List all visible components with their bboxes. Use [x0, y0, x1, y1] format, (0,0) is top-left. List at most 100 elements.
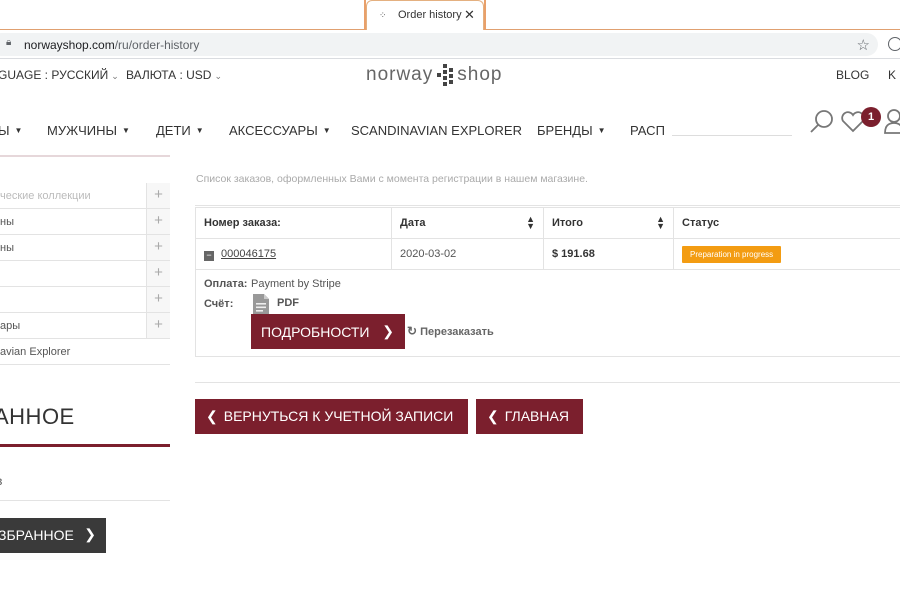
- currency-selector[interactable]: ВАЛЮТА : USD ⌄: [126, 68, 222, 82]
- wishlist-count-badge: 1: [861, 107, 881, 127]
- order-details-panel: Оплата: Payment by Stripe Счёт: PDF ПОДР…: [195, 269, 900, 357]
- divider: [0, 500, 170, 501]
- url-domain: norwayshop.com: [24, 38, 115, 52]
- wishlist-title-underline: [0, 444, 170, 447]
- tab-edge: [484, 0, 486, 30]
- wishlist-item: в: [0, 474, 2, 488]
- column-header-label: Номер заказа:: [204, 217, 281, 229]
- back-to-account-label: ВЕРНУТЬСЯ К УЧЕТНОЙ ЗАПИСИ: [223, 408, 454, 424]
- details-button[interactable]: ПОДРОБНОСТИ ❯: [251, 314, 405, 349]
- column-header-date[interactable]: Дата ▲ ▼: [391, 207, 544, 239]
- invoice-label: Счёт:: [204, 298, 234, 310]
- nav-label: ДЕТИ: [156, 123, 191, 138]
- sidebar-item-label: ары: [0, 320, 21, 332]
- url-path: /ru/order-history: [114, 38, 200, 52]
- plus-icon[interactable]: +: [146, 287, 170, 312]
- chevron-left-icon: ❮: [206, 408, 218, 424]
- url-field[interactable]: 🔒︎ norwayshop.com/ru/order-history ☆: [0, 33, 878, 56]
- plus-icon[interactable]: +: [146, 209, 170, 234]
- sidebar-item-label: avian Explorer: [0, 346, 71, 358]
- order-cell: −000046175: [195, 238, 392, 270]
- invoice-pdf-link[interactable]: PDF: [277, 297, 299, 309]
- profile-icon[interactable]: [888, 37, 900, 51]
- plus-icon[interactable]: +: [146, 183, 170, 208]
- chevron-down-icon: ▼: [122, 126, 130, 135]
- date-cell: 2020-03-02: [391, 238, 544, 270]
- back-to-account-button[interactable]: ❮ ВЕРНУТЬСЯ К УЧЕТНОЙ ЗАПИСИ: [195, 399, 468, 434]
- browser-tab[interactable]: ⁘ Order history ✕: [366, 0, 484, 30]
- favicon-icon: ⁘: [379, 10, 386, 20]
- order-history-intro: Список заказов, оформленных Вами с момен…: [196, 173, 588, 185]
- table-row: −000046175 2020-03-02 $ 191.68 Preparati…: [195, 238, 900, 270]
- sort-icon[interactable]: ▲ ▼: [656, 215, 665, 231]
- refresh-icon: ↻: [407, 324, 418, 338]
- reorder-link[interactable]: ↻ Перезаказать: [407, 324, 494, 338]
- search-icon[interactable]: [808, 108, 836, 136]
- sidebar-item-kids[interactable]: +: [0, 261, 170, 287]
- nav-item-scandinavian-explorer[interactable]: SCANDINAVIAN EXPLORER: [351, 123, 522, 138]
- nav-item-men[interactable]: МУЖЧИНЫ ▼: [47, 123, 130, 138]
- sort-icon[interactable]: ▲ ▼: [526, 215, 535, 231]
- star-icon[interactable]: ☆: [857, 36, 870, 54]
- chevron-down-icon: ▼: [14, 126, 23, 135]
- nav-item-women[interactable]: Ы ▼: [0, 123, 22, 138]
- header-link-cut[interactable]: K: [888, 68, 896, 82]
- plus-icon[interactable]: +: [146, 313, 170, 338]
- status-badge: Preparation in progress: [682, 245, 782, 263]
- column-header-label: Дата: [400, 217, 426, 229]
- tab-strip: ⁘ Order history ✕: [0, 0, 900, 30]
- sidebar-item-scandinavian-explorer[interactable]: avian Explorer: [0, 339, 170, 365]
- sidebar-item-collections[interactable]: ческие коллекции +: [0, 183, 170, 209]
- nav-item-kids[interactable]: ДЕТИ ▼: [156, 123, 204, 138]
- nav-underline: [0, 155, 170, 157]
- total-cell: $ 191.68: [543, 238, 674, 270]
- payment-value: Payment by Stripe: [251, 278, 341, 290]
- nav-item-accessories[interactable]: АКСЕССУАРЫ ▼: [229, 123, 331, 138]
- logo-mark-icon: [435, 64, 455, 86]
- user-icon[interactable]: [884, 108, 900, 134]
- sidebar-item-label: ческие коллекции: [0, 190, 91, 202]
- site-logo[interactable]: norway shop: [366, 64, 502, 86]
- nav-item-brands[interactable]: БРЕНДЫ ▼: [537, 123, 606, 138]
- reorder-label: Перезаказать: [420, 326, 494, 338]
- column-header-total[interactable]: Итого ▲ ▼: [543, 207, 674, 239]
- sidebar-item-accessories[interactable]: +: [0, 287, 170, 313]
- sidebar-item-women[interactable]: ны +: [0, 209, 170, 235]
- language-selector[interactable]: GUAGE : РУССКИЙ ⌄: [0, 68, 119, 82]
- total-value: $ 191.68: [552, 248, 595, 260]
- blog-link[interactable]: BLOG: [836, 68, 869, 82]
- chevron-down-icon: ▼: [195, 126, 204, 135]
- plus-icon[interactable]: +: [146, 261, 170, 286]
- order-number-link[interactable]: 000046175: [221, 248, 276, 260]
- chevron-down-icon: ▼: [597, 126, 606, 135]
- sidebar-item-goods[interactable]: ары +: [0, 313, 170, 339]
- divider: [195, 382, 900, 383]
- tab-title: Order history: [398, 9, 462, 21]
- pdf-icon[interactable]: [252, 293, 270, 315]
- nav-label: Ы: [0, 123, 10, 138]
- chevron-down-icon: ⌄: [214, 71, 223, 81]
- nav-item-sale[interactable]: РАСП: [630, 123, 665, 138]
- order-table: Номер заказа: Дата ▲ ▼ Итого ▲ ▼ Статус −000…: [195, 207, 900, 270]
- nav-label: SCANDINAVIAN EXPLORER: [351, 123, 522, 138]
- column-header-order[interactable]: Номер заказа:: [195, 207, 392, 239]
- divider: [195, 205, 900, 206]
- chevron-right-icon: ❯: [84, 526, 96, 542]
- close-tab-icon[interactable]: ✕: [464, 7, 475, 23]
- column-header-label: Итого: [552, 217, 584, 229]
- plus-icon[interactable]: +: [146, 235, 170, 260]
- status-cell: Preparation in progress: [673, 238, 900, 270]
- home-button[interactable]: ❮ ГЛАВНАЯ: [476, 399, 583, 434]
- nav-label: АКСЕССУАРЫ: [229, 123, 318, 138]
- nav-label: РАСП: [630, 123, 665, 138]
- currency-label: ВАЛЮТА : USD: [126, 68, 212, 82]
- search-input[interactable]: [672, 120, 792, 136]
- column-header-label: Статус: [682, 217, 720, 229]
- minus-icon[interactable]: −: [204, 250, 214, 261]
- logo-text-right: shop: [457, 64, 503, 86]
- sidebar-item-men[interactable]: ны +: [0, 235, 170, 261]
- wishlist-button[interactable]: ЗБРАННОЕ ❯: [0, 518, 106, 553]
- wishlist-title: АННОЕ: [0, 404, 75, 429]
- details-button-label: ПОДРОБНОСТИ: [261, 324, 370, 340]
- url-text: norwayshop.com/ru/order-history: [24, 38, 199, 52]
